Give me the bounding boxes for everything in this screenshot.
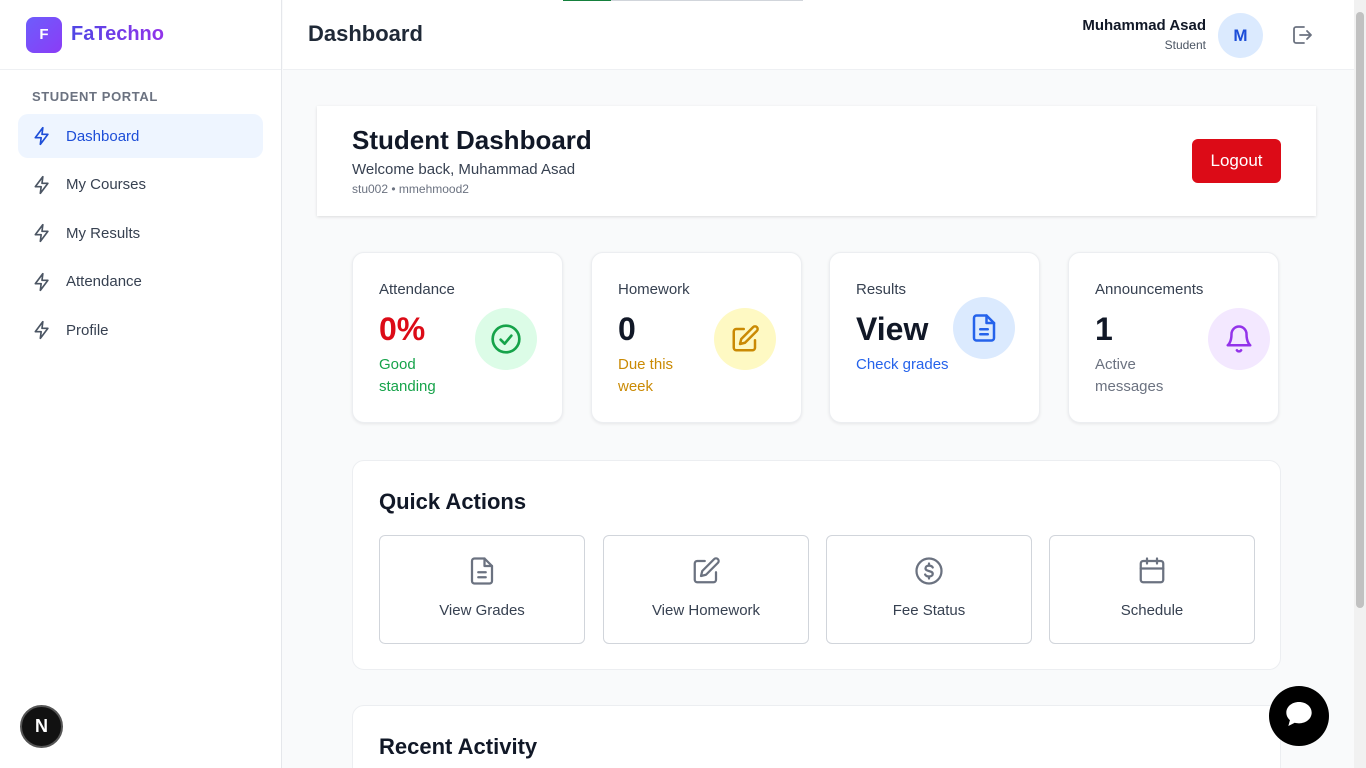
- stat-subtext: Due this week: [618, 356, 674, 395]
- sidebar-item-my-results[interactable]: My Results: [18, 211, 263, 255]
- page-scrollbar[interactable]: [1354, 0, 1366, 768]
- edit-icon: [691, 556, 721, 586]
- logout-icon[interactable]: [1290, 23, 1314, 47]
- sidebar-item-label: My Results: [66, 224, 141, 242]
- sidebar-item-profile[interactable]: Profile: [18, 308, 263, 352]
- stat-value: View: [856, 311, 929, 347]
- dollar-circle-icon: [914, 556, 944, 586]
- homework-stat-card[interactable]: Homework 0 Due this week: [591, 252, 802, 423]
- document-icon: [953, 297, 1015, 359]
- stat-subtext: Check grades: [856, 356, 949, 373]
- sidebar-section-label: STUDENT PORTAL: [32, 89, 158, 104]
- user-role: Student: [1164, 38, 1206, 52]
- brand-logo: F: [26, 16, 62, 53]
- topbar: Dashboard Muhammad Asad Student M: [283, 0, 1354, 70]
- fee-status-button[interactable]: Fee Status: [826, 535, 1032, 644]
- welcome-card: Student Dashboard Welcome back, Muhammad…: [317, 106, 1316, 216]
- quick-actions-title: Quick Actions: [379, 489, 527, 514]
- sidebar-item-attendance[interactable]: Attendance: [18, 260, 263, 304]
- loading-progress-bar: [563, 0, 803, 1]
- stat-value: 1: [1095, 311, 1113, 347]
- bolt-icon: [32, 175, 52, 195]
- stat-label: Attendance: [379, 281, 455, 298]
- stat-value: 0: [618, 311, 636, 347]
- bolt-icon: [32, 223, 52, 243]
- recent-activity-card: Recent Activity: [352, 705, 1281, 768]
- sidebar-item-label: Profile: [66, 321, 109, 339]
- dev-tools-badge[interactable]: N: [20, 705, 63, 748]
- loading-progress-fill: [563, 0, 611, 1]
- bolt-icon: [32, 320, 52, 340]
- sidebar-item-dashboard[interactable]: Dashboard: [18, 114, 263, 158]
- quick-action-label: View Grades: [439, 602, 525, 619]
- user-name: Muhammad Asad: [1082, 17, 1206, 34]
- page-title: Dashboard: [308, 21, 423, 46]
- quick-action-label: View Homework: [651, 602, 761, 619]
- bell-icon: [1208, 308, 1270, 370]
- brand[interactable]: F FaTechno: [0, 0, 281, 70]
- scrollbar-thumb[interactable]: [1356, 12, 1364, 608]
- stat-label: Announcements: [1095, 281, 1204, 298]
- bolt-icon: [32, 126, 52, 146]
- sidebar-item-label: My Courses: [66, 176, 147, 193]
- welcome-message: Welcome back, Muhammad Asad: [352, 161, 576, 178]
- announcements-stat-card[interactable]: Announcements 1 Active messages: [1068, 252, 1279, 423]
- calendar-icon: [1137, 556, 1167, 586]
- student-ids: stu002 • mmehmood2: [352, 182, 469, 196]
- document-icon: [467, 556, 497, 586]
- results-stat-card[interactable]: Results View Check grades: [829, 252, 1040, 423]
- view-homework-button[interactable]: View Homework: [603, 535, 809, 644]
- sidebar-item-label: Dashboard: [66, 127, 140, 145]
- quick-actions-card: Quick Actions View Grades View Homework …: [352, 460, 1281, 670]
- schedule-button[interactable]: Schedule: [1049, 535, 1255, 644]
- bolt-icon: [32, 272, 52, 292]
- stat-label: Results: [856, 281, 907, 298]
- attendance-stat-card[interactable]: Attendance 0% Good standing: [352, 252, 563, 423]
- quick-action-label: Fee Status: [892, 602, 966, 619]
- stat-value: 0%: [379, 311, 426, 347]
- brand-name: FaTechno: [71, 23, 164, 45]
- check-circle-icon: [475, 308, 537, 370]
- sidebar-item-label: Attendance: [66, 273, 142, 290]
- view-grades-button[interactable]: View Grades: [379, 535, 585, 644]
- dashboard-heading: Student Dashboard: [352, 125, 592, 155]
- sidebar-item-my-courses[interactable]: My Courses: [18, 163, 263, 207]
- recent-activity-title: Recent Activity: [379, 734, 538, 759]
- chat-button[interactable]: [1269, 686, 1329, 746]
- stat-subtext: Active messages: [1095, 356, 1164, 395]
- avatar[interactable]: M: [1218, 13, 1263, 58]
- logout-button[interactable]: Logout: [1192, 139, 1281, 183]
- stat-label: Homework: [618, 281, 690, 298]
- sidebar: F FaTechno STUDENT PORTAL Dashboard My C…: [0, 0, 282, 768]
- stat-subtext: Good standing: [379, 356, 436, 395]
- quick-action-label: Schedule: [1120, 602, 1184, 619]
- sidebar-nav: Dashboard My Courses My Results Attendan…: [18, 114, 263, 357]
- edit-icon: [714, 308, 776, 370]
- chat-bubble-icon: [1283, 698, 1315, 735]
